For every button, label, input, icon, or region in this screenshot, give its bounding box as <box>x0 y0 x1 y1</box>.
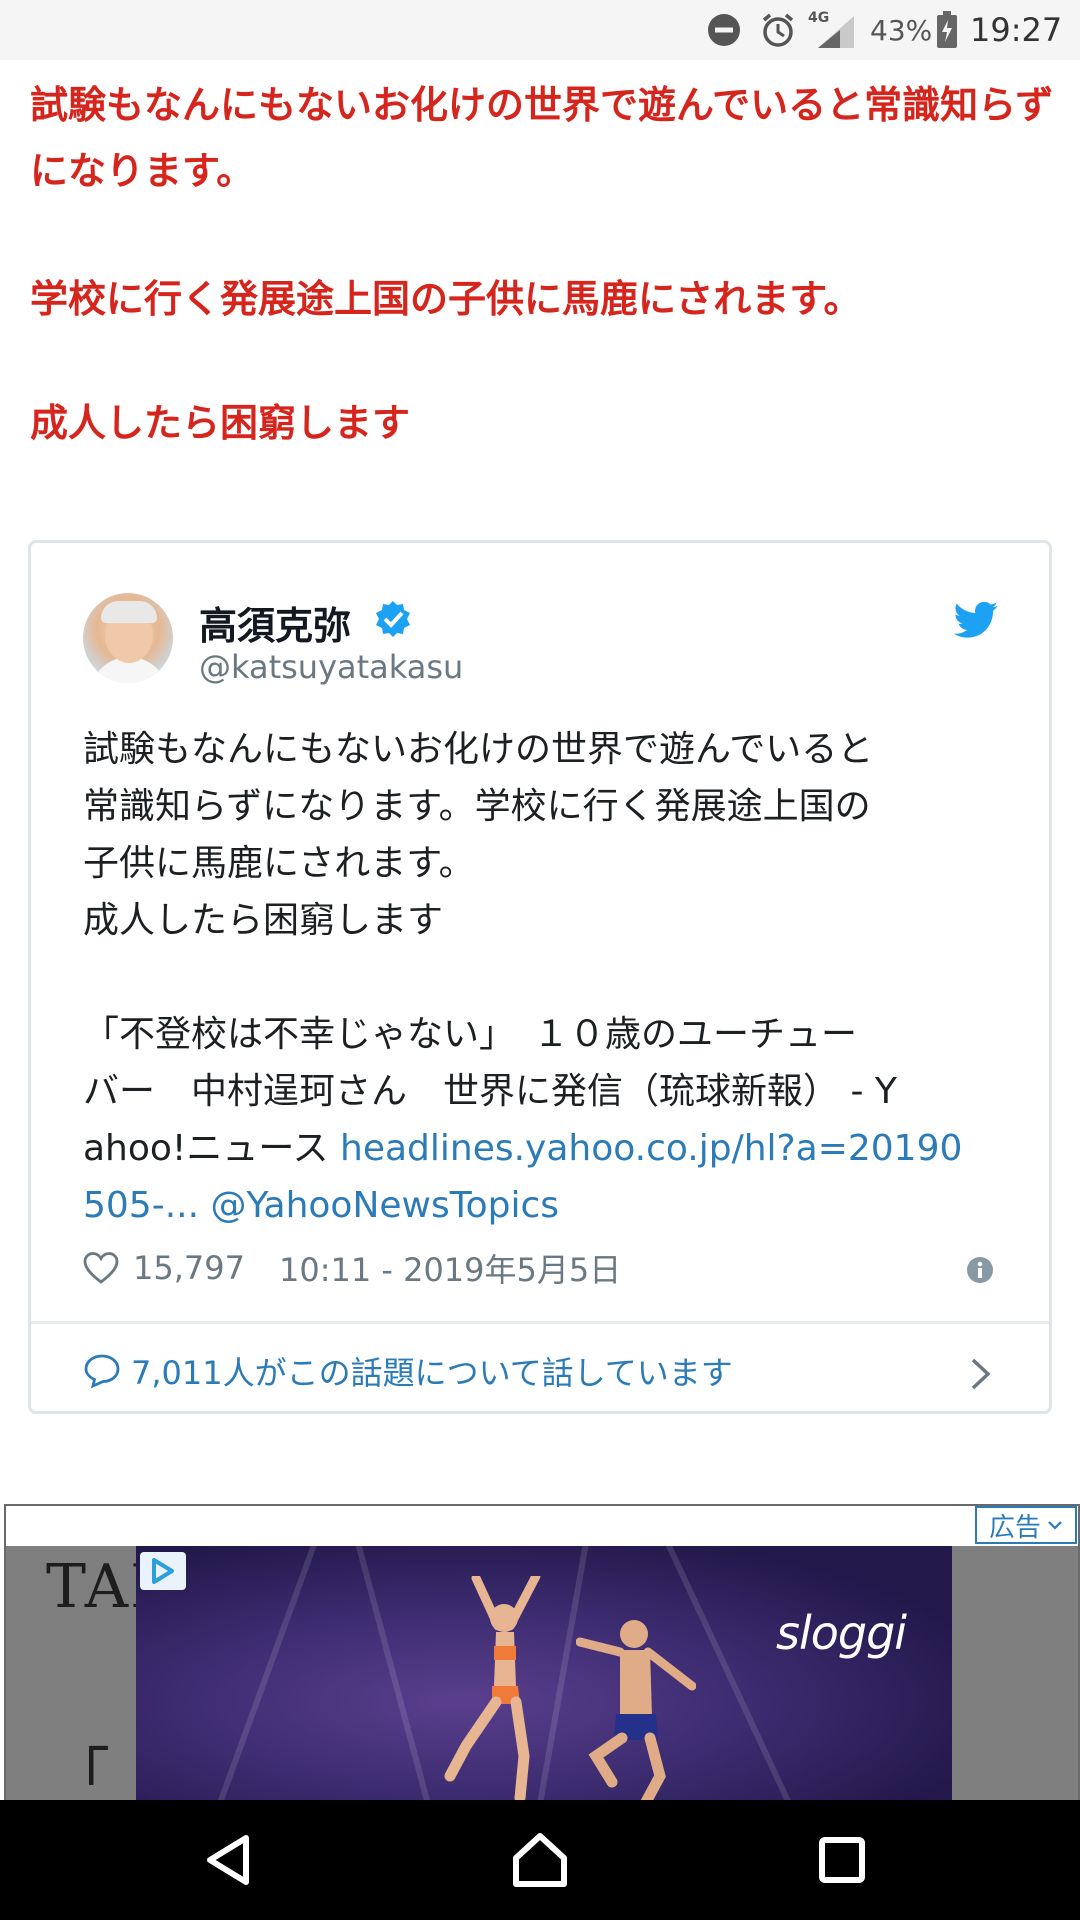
chevron-down-icon <box>1048 1521 1062 1530</box>
article-paragraph: 学校に行く発展途上国の子供に馬鹿にされます。 <box>30 277 862 321</box>
divider <box>31 1321 1049 1324</box>
tweet-mention[interactable]: @YahooNewsTopics <box>211 1185 560 1226</box>
verified-badge-icon <box>376 601 410 637</box>
home-icon[interactable] <box>510 1830 570 1890</box>
ad-label-button[interactable]: 広告 <box>975 1506 1077 1544</box>
tweet-line: 試験もなんにもないお化けの世界で遊んでいると <box>83 729 874 770</box>
tweet-timestamp[interactable]: 10:11 - 2019年5月5日 <box>279 1245 621 1291</box>
signal-icon: 4G <box>808 0 858 60</box>
tweet-author-handle[interactable]: @katsuyatakasu <box>199 648 463 686</box>
do-not-disturb-icon <box>706 0 742 60</box>
ad-banner-image[interactable]: sloggi <box>136 1546 952 1802</box>
battery-percent: 43% <box>870 13 933 47</box>
chevron-right-icon[interactable] <box>969 1357 993 1391</box>
info-icon[interactable] <box>965 1255 995 1285</box>
tweet-meta: 15,797 10:11 - 2019年5月5日 <box>83 1243 621 1293</box>
recents-icon[interactable] <box>812 1830 872 1890</box>
underlay-bracket: 「 <box>50 1742 110 1804</box>
embedded-tweet[interactable]: 高須克弥 @katsuyatakasu 試験もなんにもないお化けの世界で遊んでい… <box>28 540 1052 1414</box>
tweet-line: 常識知らずになります。学校に行く発展途上国の <box>83 786 871 827</box>
speech-bubble-icon <box>84 1354 120 1389</box>
status-bar: 4G 43% 19:27 <box>0 0 1080 60</box>
news-title-line: 「不登校は不幸じゃない」 １０歳のユーチュー <box>83 1014 858 1055</box>
ad-figure-dancer-2 <box>576 1620 696 1802</box>
article-paragraph: 成人したら困窮します <box>30 401 411 445</box>
article-paragraph: 試験もなんにもないお化けの世界で遊んでいると常識知らずになります。 <box>30 83 1054 193</box>
tweet-text: 試験もなんにもないお化けの世界で遊んでいると 常識知らずになります。学校に行く発… <box>83 721 1003 1234</box>
tweet-author-name[interactable]: 高須克弥 <box>199 595 351 650</box>
tweet-line: 成人したら困窮します <box>83 900 444 941</box>
news-title-line: バー 中村逞珂さん 世界に発信（琉球新報） - Y <box>83 1071 897 1112</box>
back-icon[interactable] <box>200 1830 260 1890</box>
ad-label-text: 広告 <box>988 1512 1041 1543</box>
tweet-link-continued[interactable]: 505-... <box>83 1185 199 1226</box>
conversation-text[interactable]: 7,011人がこの話題について話しています <box>131 1348 733 1394</box>
navigation-bar <box>0 1800 1080 1920</box>
battery-charging-icon <box>934 0 960 60</box>
adchoices-icon[interactable] <box>140 1552 186 1590</box>
ad-container[interactable]: TAI 「 sloggi <box>4 1504 1080 1804</box>
avatar[interactable] <box>83 593 173 683</box>
ad-brand-logo: sloggi <box>776 1606 907 1660</box>
ad-figure-dancer-1 <box>444 1576 541 1802</box>
tweet-line: 子供に馬鹿にされます。 <box>83 843 475 884</box>
like-count[interactable]: 15,797 <box>133 1249 245 1287</box>
clock: 19:27 <box>970 11 1063 49</box>
twitter-bird-icon[interactable] <box>953 601 1001 641</box>
tweet-link[interactable]: headlines.yahoo.co.jp/hl?a=20190 <box>340 1128 962 1169</box>
news-title-line: ahoo!ニュース <box>83 1128 341 1169</box>
alarm-icon <box>758 0 798 60</box>
heart-icon[interactable] <box>83 1251 119 1285</box>
conversation-link[interactable]: 7,011人がこの話題について話しています <box>83 1343 733 1399</box>
